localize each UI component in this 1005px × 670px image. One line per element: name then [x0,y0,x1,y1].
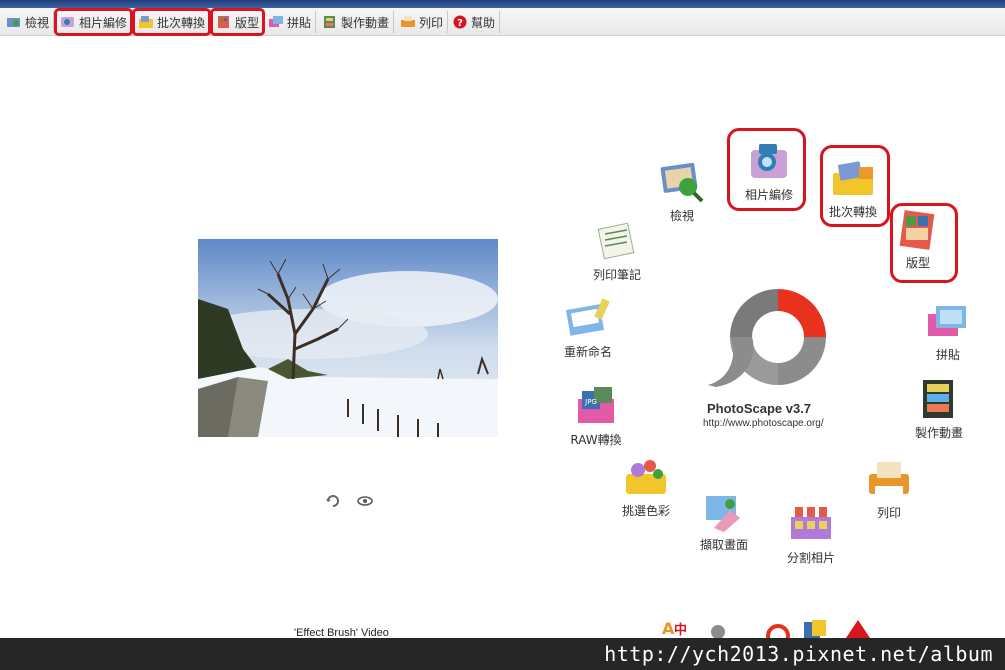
bottom-tool-icons: A 中 [660,616,890,648]
highlight-batch [820,145,890,227]
app-url[interactable]: http://www.photoscape.org/ [703,418,824,429]
menu-print[interactable]: 列印 [844,458,934,521]
tab-label: 幫助 [471,15,496,30]
photo-edit-icon [60,15,76,29]
menu-animated-gif[interactable]: 製作動畫 [894,378,984,441]
menu-paper-print[interactable]: 列印筆記 [572,220,662,283]
splitter-icon [787,503,835,545]
tab-animated-gif[interactable]: 製作動畫 [318,11,395,33]
menu-label: 列印 [876,506,901,520]
menu-label: 挑選色彩 [621,504,670,518]
print-icon [865,458,913,500]
photoscape-logo [706,287,830,387]
menu-color-picker[interactable]: 挑選色彩 [601,456,691,519]
page-layout-icon [216,15,232,29]
tab-label: 檢視 [25,15,50,30]
highlight-photo-edit [727,128,806,211]
raw-converter-icon: JPG [572,385,620,427]
tab-label: 相片編修 [79,15,128,30]
tab-print[interactable]: 列印 [396,11,449,33]
preview-image [198,239,498,437]
menu-combine[interactable]: 拼貼 [903,300,993,363]
watermark-bar: http://ych2013.pixnet.net/album [0,638,1005,670]
tab-combine[interactable]: 拼貼 [264,11,317,33]
tab-help[interactable]: ? 幫助 [448,11,501,33]
photoscape-window: 檢視 相片編修 批次轉換 版型 拼貼 製作動畫 列印 ? 幫助 'Effect … [0,0,1005,670]
animated-gif-icon [322,15,338,29]
help-icon: ? [452,15,468,29]
menu-label: 檢視 [669,209,694,223]
viewer-icon [658,161,706,203]
menu-splitter[interactable]: 分割相片 [766,503,856,566]
menu-rename[interactable]: 重新命名 [543,297,633,360]
viewer-icon [6,15,22,29]
eye-icon[interactable] [356,493,374,507]
tab-bar: 檢視 相片編修 批次轉換 版型 拼貼 製作動畫 列印 ? 幫助 [0,8,1005,36]
refresh-icon[interactable] [324,493,342,507]
menu-raw-converter[interactable]: JPG RAW轉換 [551,385,641,448]
tab-batch[interactable]: 批次轉換 [131,8,212,36]
tab-label: 製作動畫 [341,15,390,30]
tab-photo-edit[interactable]: 相片編修 [53,8,134,36]
title-bar-strip [0,0,1005,8]
screen-capture-icon [700,490,748,532]
tab-page-layout[interactable]: 版型 [209,8,266,36]
menu-label: 重新命名 [563,345,612,359]
preview-controls [324,493,374,507]
rename-icon [564,297,612,339]
color-picker-icon [622,456,670,498]
tab-viewer[interactable]: 檢視 [2,11,55,33]
menu-label: 製作動畫 [914,426,963,440]
menu-label: RAW轉換 [570,433,622,447]
animated-gif-icon [915,378,963,420]
menu-label: 拼貼 [935,348,960,362]
svg-text:JPG: JPG [584,398,597,406]
paper-print-icon [593,220,641,262]
tab-label: 版型 [235,15,260,30]
tab-label: 批次轉換 [157,15,206,30]
menu-label: 分割相片 [786,551,835,565]
svg-text:中: 中 [674,622,687,638]
menu-label: 列印筆記 [592,268,641,282]
app-title: PhotoScape v3.7 [707,401,812,416]
highlight-page-layout [890,203,958,283]
combine-icon [924,300,972,342]
batch-icon [138,15,154,29]
tab-label: 拼貼 [287,15,312,30]
tab-label: 列印 [419,15,444,30]
svg-text:?: ? [457,18,463,29]
menu-label: 擷取畫面 [699,538,748,552]
print-icon [400,15,416,29]
menu-screen-capture[interactable]: 擷取畫面 [679,490,769,553]
combine-icon [268,15,284,29]
menu-viewer[interactable]: 檢視 [637,161,727,224]
watermark-text: http://ych2013.pixnet.net/album [604,642,993,666]
